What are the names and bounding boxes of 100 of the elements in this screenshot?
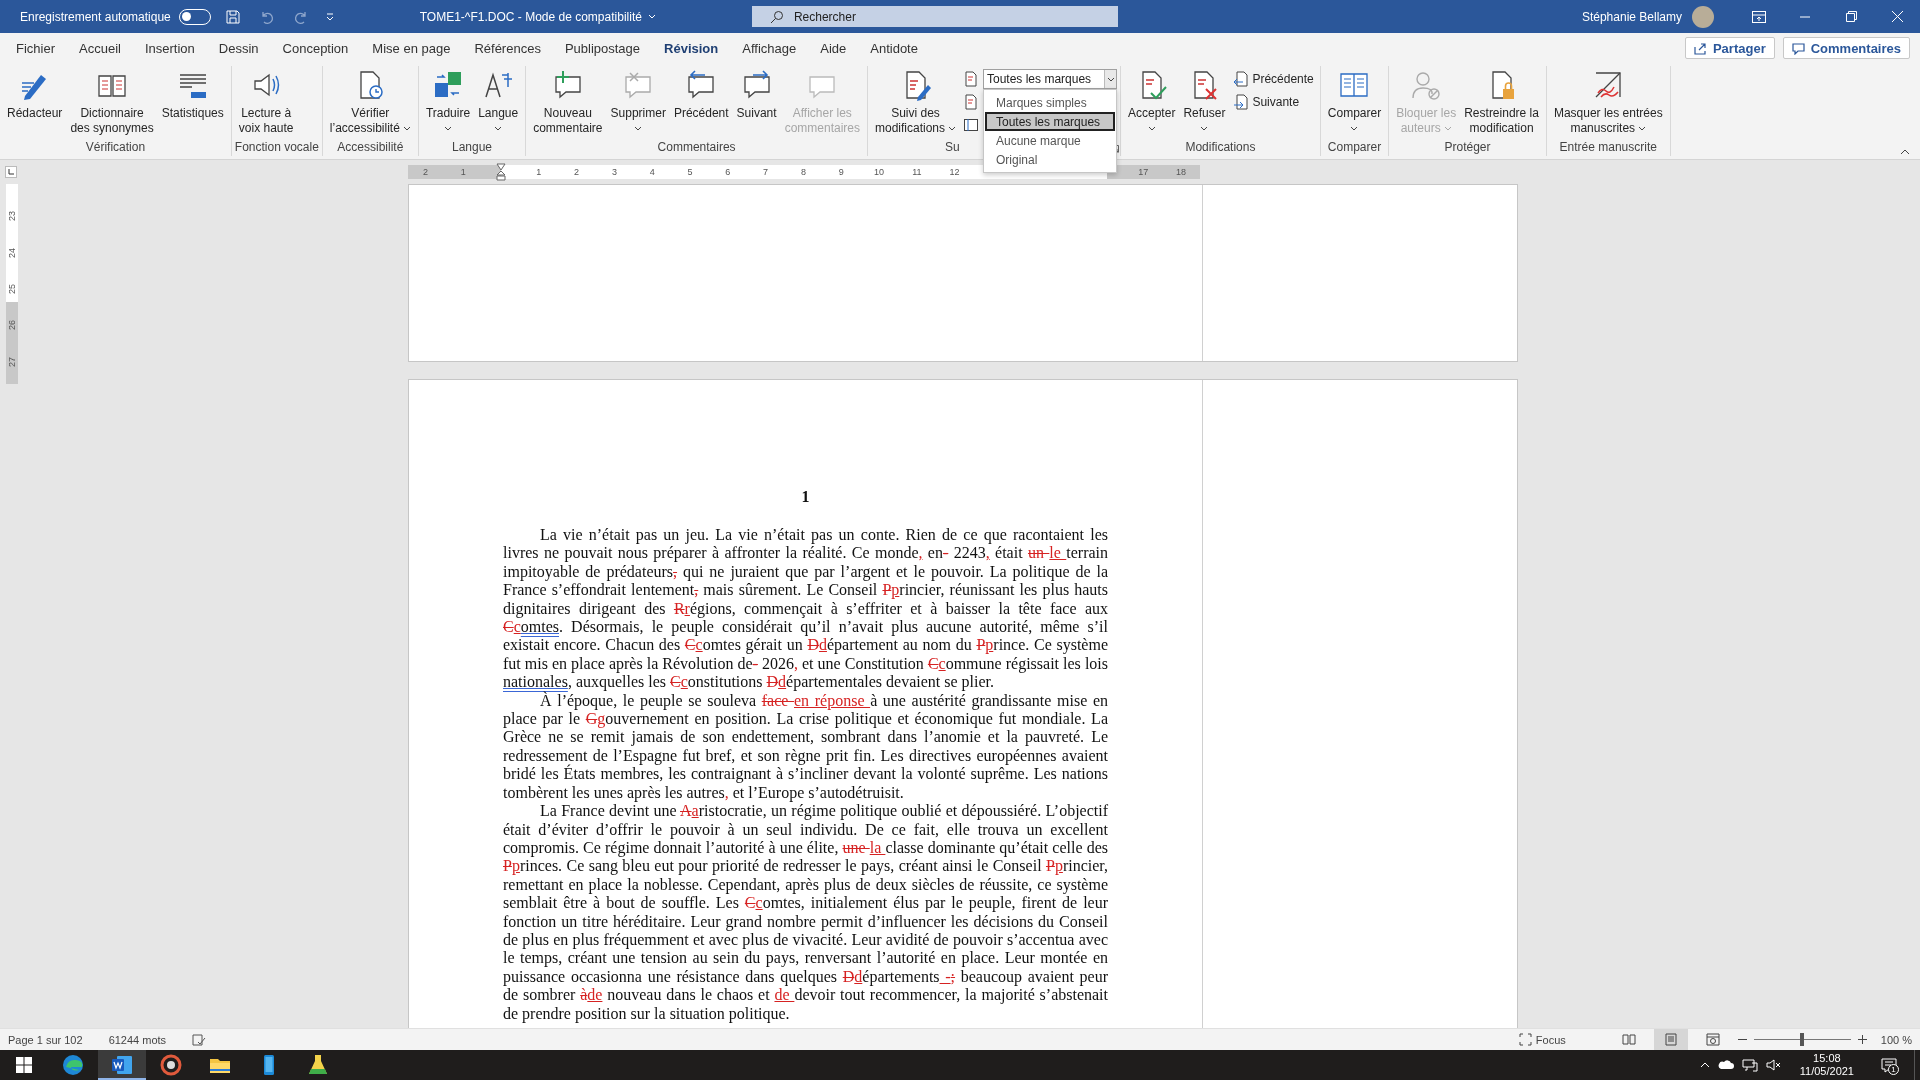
menu-tab[interactable]: Aide: [808, 33, 859, 63]
ruler-number: 26: [7, 320, 17, 331]
word-count[interactable]: 61244 mots: [108, 1033, 167, 1046]
plus-icon: [1857, 1035, 1867, 1044]
document-left-arrow-icon: [1232, 71, 1249, 87]
person-blocked-icon: [1410, 69, 1443, 101]
ruler-number: 25: [7, 283, 17, 294]
ruler-number: 7: [763, 166, 769, 179]
ribbon-button[interactable]: Masquer les entrées manuscrites: [1549, 66, 1667, 136]
ruler-number: 6: [725, 166, 731, 179]
tab-stop-icon: [8, 169, 14, 175]
window-title: TOME1-^F1.DOC - Mode de compatibilité: [419, 9, 642, 24]
share-button[interactable]: Partager: [1684, 37, 1775, 59]
notification-button[interactable]: 1: [1872, 1050, 1906, 1080]
ribbon-button[interactable]: Lecture à voix haute: [234, 66, 298, 136]
ribbon-button[interactable]: Traduire: [421, 66, 475, 131]
ribbon-button[interactable]: Dictionnaire des synonymes: [66, 66, 158, 136]
restore-icon: [1845, 11, 1857, 22]
comments-button[interactable]: Commentaires: [1782, 37, 1910, 59]
ruler-number: 24: [7, 247, 17, 258]
ribbon-button[interactable]: Précédent: [669, 66, 733, 121]
clock-time[interactable]: 15:08: [1813, 1052, 1841, 1065]
ribbon-button[interactable]: Nouveau commentaire: [529, 66, 607, 136]
group-label: Vérification: [85, 140, 146, 154]
ribbon-button[interactable]: Supprimer: [606, 66, 670, 131]
ruler-number: 8: [800, 166, 806, 179]
menu-tab[interactable]: Références: [462, 33, 553, 63]
comment-icon: [1791, 41, 1805, 55]
paragraph: À l’époque, le peuple se souleva face en réponse à une austérité grandissante mise en place par le Ggouvernement en position. La crise politique et économique fut mondiale. La Grèce ne se remit jamais de son endettement, sombrant dans l’anomie et la pauvreté. Le redressement de l’Espagne fut bref, et son règne prit fin. Les directives européennes avaient bridé les États membres, les contraignant à s’incliner devant la volonté suprême. Les nations tombèrent les unes après les autres, et l’Europe s’autodétruisit.: [503, 691, 1108, 803]
search-field[interactable]: Rechercher: [751, 6, 1118, 27]
ribbon-button[interactable]: Langue: [474, 66, 523, 131]
menu-item[interactable]: Original: [985, 150, 1115, 169]
save-icon: [224, 8, 241, 25]
group-label: Entrée manuscrite: [1559, 140, 1657, 154]
ruler-number: 11: [912, 166, 922, 179]
group-label: Protéger: [1444, 140, 1491, 154]
menu-item[interactable]: Marques simples: [985, 93, 1115, 112]
disc-icon: [160, 1054, 182, 1076]
view-button[interactable]: [1653, 1028, 1688, 1051]
document-lines-icon: [963, 71, 979, 87]
search-icon: [769, 10, 784, 24]
ruler-number: 1: [536, 166, 542, 179]
caret-icon: [1106, 76, 1115, 82]
ruler-number: 10: [874, 166, 884, 179]
menu-item[interactable]: Aucune marque: [985, 131, 1115, 150]
menu-tab[interactable]: Publipostage: [552, 33, 653, 63]
ribbon-button[interactable]: Refuser: [1179, 66, 1230, 131]
ruler-number: 23: [7, 211, 17, 222]
ribbon-button[interactable]: Suivi des modifications: [871, 66, 960, 136]
menu-tab[interactable]: Accueil: [67, 33, 133, 63]
ribbon-button[interactable]: Accepter: [1124, 66, 1180, 131]
menu-tab[interactable]: Affichage: [730, 33, 809, 63]
indent-marker-icon: [496, 163, 506, 181]
document-lines-icon: [963, 94, 979, 110]
markup-select[interactable]: Toutes les marques: [983, 69, 1117, 89]
tab-selector[interactable]: [5, 166, 17, 178]
menu-tab[interactable]: Conception: [270, 33, 361, 63]
menu-tab[interactable]: Insertion: [132, 33, 207, 63]
clock-date[interactable]: 11/05/2021: [1799, 1065, 1854, 1078]
ribbon-button[interactable]: Suivante: [1229, 92, 1317, 112]
menu-tab[interactable]: Dessin: [206, 33, 271, 63]
taskbar-app[interactable]: [98, 1050, 146, 1080]
group-label: Langue: [452, 140, 493, 154]
menu-tab[interactable]: Fichier: [4, 33, 67, 63]
group-label: Su: [945, 140, 960, 154]
windows-logo-icon: [16, 1057, 32, 1073]
menu-tab[interactable]: Révision: [652, 33, 731, 63]
page-count[interactable]: Page 1 sur 102: [8, 1033, 83, 1046]
browser-icon: [62, 1054, 84, 1076]
speaker-muted-icon: [1765, 1059, 1782, 1071]
slider-thumb[interactable]: [1800, 1033, 1805, 1046]
ruler-number: 18: [1176, 166, 1186, 179]
focus-button[interactable]: Focus: [1512, 1032, 1572, 1047]
customize-caret-icon: [324, 11, 335, 22]
ruler-number: 4: [649, 166, 655, 179]
ribbon-button[interactable]: Vérifier l’accessibilité: [325, 66, 415, 136]
chevron-up-icon: [1699, 1062, 1710, 1068]
group-label: Accessibilité: [337, 140, 404, 154]
ribbon-button[interactable]: Suivant: [732, 66, 781, 121]
zoom-level[interactable]: 100 %: [1880, 1033, 1912, 1046]
share-icon: [1693, 41, 1707, 55]
menu-item[interactable]: Toutes les marques: [985, 112, 1115, 131]
avatar[interactable]: [1692, 5, 1714, 28]
notification-icon: [1881, 1057, 1897, 1073]
ribbon-button[interactable]: Statistiques: [157, 66, 228, 121]
menu-tab[interactable]: Mise en page: [360, 33, 463, 63]
ruler-number: 2: [422, 166, 428, 179]
globe-page-icon: [1705, 1033, 1720, 1046]
ribbon-display-icon: [1752, 10, 1766, 23]
ribbon-button[interactable]: Restreindre la modification: [1460, 66, 1543, 136]
ruler-number: 5: [687, 166, 693, 179]
ribbon-button[interactable]: Rédacteur: [3, 66, 67, 121]
book-check-icon: [192, 1033, 207, 1046]
document-app-icon: [111, 1054, 133, 1076]
ribbon-button[interactable]: Comparer: [1323, 66, 1386, 131]
ribbon-button[interactable]: Précédente: [1229, 69, 1317, 89]
menu-tab[interactable]: Antidote: [858, 33, 930, 63]
notification-count: 1: [1888, 1064, 1899, 1075]
page-icon: [1664, 1033, 1677, 1046]
group-label: Modifications: [1185, 140, 1256, 154]
